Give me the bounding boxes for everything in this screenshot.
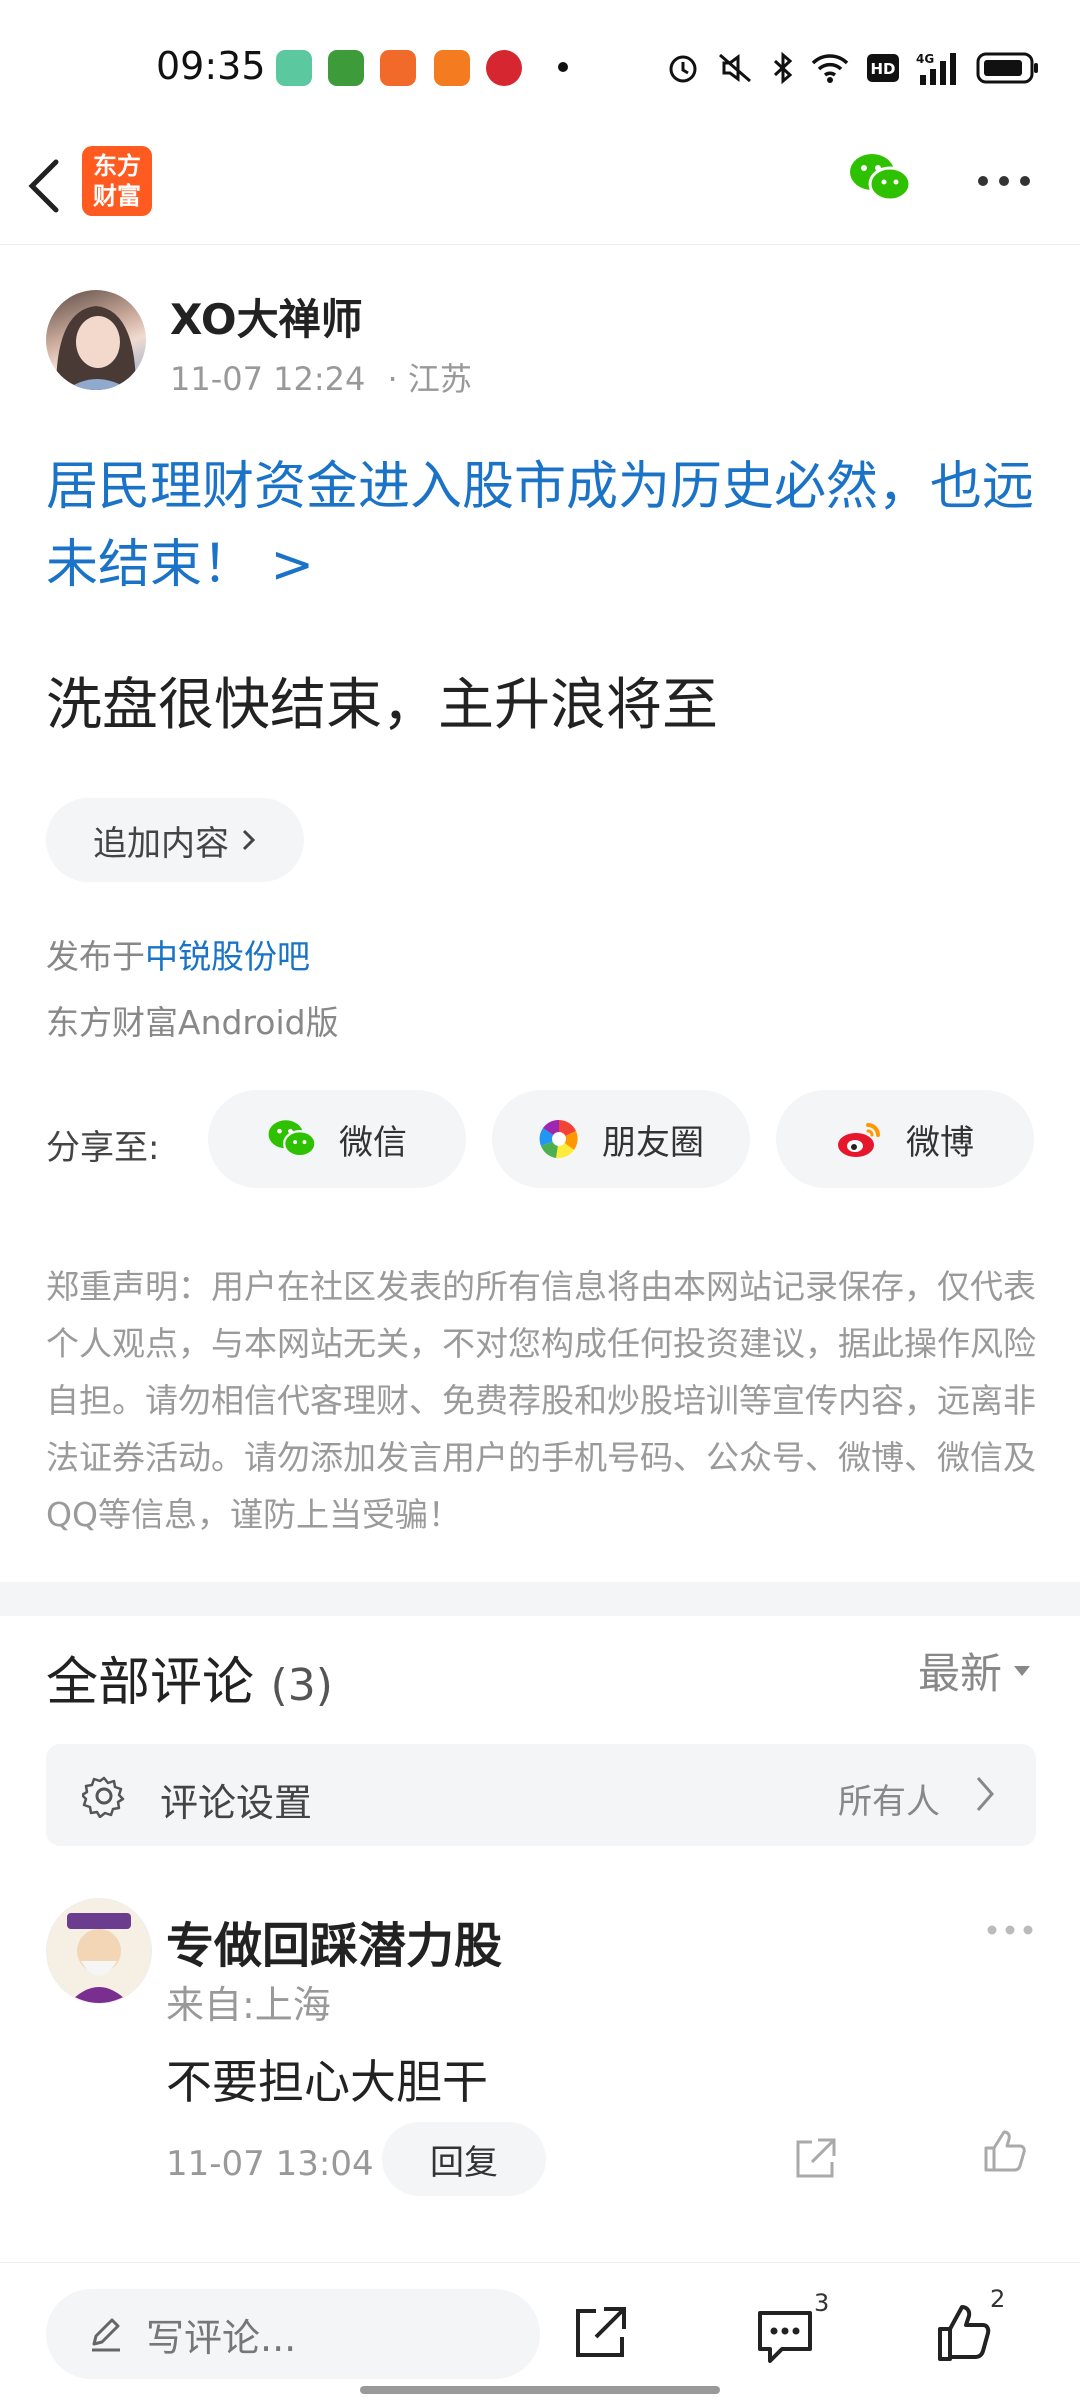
- oppo-app-icon: [328, 50, 364, 86]
- comment-count-badge: 3: [814, 2289, 830, 2317]
- post-meta: 11-07 12:24 · 江苏: [170, 354, 472, 400]
- comments-title: 全部评论 (3): [46, 1640, 333, 1715]
- commenter-location: 来自:上海: [166, 1983, 331, 2027]
- comment-settings-label: 评论设置: [160, 1781, 313, 1825]
- share-wechat-button[interactable]: 微信: [208, 1090, 466, 1188]
- top-nav: 东方 财富: [0, 120, 1080, 245]
- svg-text:HD: HD: [870, 60, 895, 78]
- eastmoney-logo: 东方 财富: [82, 146, 152, 216]
- wechat-icon[interactable]: [848, 150, 912, 206]
- comments-count: (3): [270, 1660, 333, 1711]
- share-weibo-button[interactable]: 微博: [776, 1090, 1034, 1188]
- share-label: 分享至:: [46, 1128, 160, 1168]
- chevron-right-icon: [976, 1777, 994, 1811]
- home-indicator[interactable]: [360, 2386, 720, 2394]
- thumbs-up-icon[interactable]: [934, 2301, 996, 2365]
- published-prefix: 发布于: [46, 937, 145, 976]
- video-app-icon: [380, 50, 416, 86]
- share-wechat-label: 微信: [339, 1122, 407, 1163]
- reply-label: 回复: [430, 2142, 498, 2183]
- mute-icon: [719, 53, 751, 83]
- like-count-badge: 2: [990, 2285, 1006, 2313]
- add-content-label: 追加内容: [93, 823, 229, 864]
- logo-text-line2: 财富: [93, 182, 141, 210]
- status-bar: 09:35 HD 4G: [0, 0, 1080, 120]
- battery-icon: [976, 52, 1038, 84]
- sort-label: 最新: [917, 1649, 1002, 1698]
- comment-settings-bar[interactable]: 评论设置 所有人: [46, 1744, 1036, 1846]
- author-avatar[interactable]: [46, 290, 146, 390]
- commenter-avatar[interactable]: [46, 1898, 152, 2004]
- share-weibo-label: 微博: [906, 1122, 974, 1163]
- phone-app-icon: [276, 50, 312, 86]
- comment-time: 11-07 13:04: [166, 2144, 374, 2184]
- toutiao-app-icon: [434, 50, 470, 86]
- 4g-signal-icon: 4G: [916, 52, 956, 85]
- comment-text: 不要担心大胆干: [166, 2055, 488, 2109]
- wifi-icon: [811, 54, 849, 83]
- bluetooth-icon: [773, 51, 793, 85]
- notification-dot-icon: [558, 62, 568, 72]
- moments-icon: [539, 1119, 578, 1159]
- comment-more-icon[interactable]: [986, 1924, 1034, 1936]
- pencil-icon: [92, 2318, 120, 2352]
- logo-text-line1: 东方: [93, 152, 141, 180]
- status-time: 09:35: [156, 44, 266, 88]
- comment-icon[interactable]: [754, 2305, 816, 2367]
- alarm-icon: [669, 55, 697, 83]
- write-comment-placeholder: 写评论...: [146, 2315, 297, 2360]
- write-comment-input[interactable]: 写评论...: [46, 2289, 540, 2379]
- status-icons: HD 4G: [666, 48, 1040, 88]
- published-in: 发布于中锐股份吧: [46, 930, 310, 978]
- post-time: 11-07 12:24: [170, 360, 366, 398]
- chevron-right-icon: [242, 829, 256, 851]
- post-location: · 江苏: [387, 360, 472, 398]
- thumbs-up-icon[interactable]: [980, 2126, 1030, 2176]
- bottom-bar: 写评论... 3 2: [0, 2262, 1080, 2401]
- wechat-icon: [268, 1120, 317, 1158]
- caret-down-icon: [1014, 1665, 1030, 1676]
- avatar-image: [67, 1913, 131, 2003]
- stock-bar-link[interactable]: 中锐股份吧: [145, 937, 310, 976]
- disclaimer: 郑重声明：用户在社区发表的所有信息将由本网站记录保存，仅代表个人观点，与本网站无…: [46, 1267, 1036, 1534]
- hd-icon: HD: [867, 54, 899, 82]
- svg-text:4G: 4G: [916, 52, 934, 66]
- share-moments-button[interactable]: 朋友圈: [492, 1090, 750, 1188]
- post-body: 洗盘很快结束，主升浪将至: [46, 673, 718, 738]
- post-platform: 东方财富Android版: [46, 1003, 339, 1042]
- author-name[interactable]: XO大禅师: [170, 286, 363, 347]
- unionpay-app-icon: [486, 50, 522, 86]
- gear-icon: [82, 1776, 125, 1818]
- share-icon[interactable]: [570, 2303, 630, 2363]
- share-moments-label: 朋友圈: [602, 1122, 704, 1163]
- section-divider: [0, 1582, 1080, 1616]
- avatar-image: [56, 306, 136, 390]
- reply-button[interactable]: 回复: [382, 2122, 546, 2196]
- topic-link[interactable]: 居民理财资金进入股市成为历史必然，也远未结束！ >: [46, 448, 1046, 604]
- comments-title-label: 全部评论: [46, 1653, 255, 1713]
- sort-dropdown[interactable]: 最新: [918, 1640, 1032, 1701]
- back-chevron-icon[interactable]: [24, 156, 64, 216]
- commenter-name[interactable]: 专做回踩潜力股: [166, 1906, 502, 1976]
- add-content-button[interactable]: 追加内容: [46, 798, 304, 882]
- share-icon[interactable]: [792, 2136, 838, 2182]
- weibo-icon: [838, 1123, 880, 1157]
- more-dots-icon[interactable]: [976, 174, 1032, 188]
- comment-settings-value: 所有人: [838, 1782, 940, 1822]
